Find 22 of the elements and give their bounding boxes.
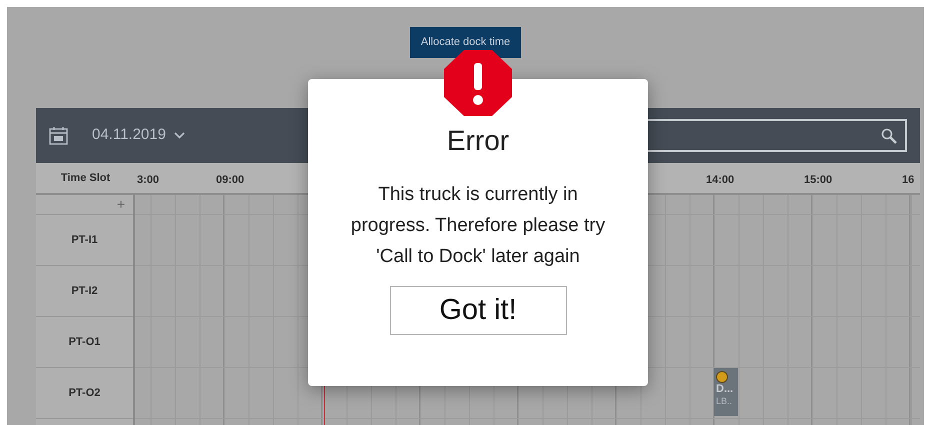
dock-label: PT-I2 (71, 284, 98, 299)
add-button[interactable]: + (116, 194, 125, 215)
time-label: 15:00 (804, 173, 832, 188)
allocate-dock-time-button[interactable]: Allocate dock time (410, 27, 522, 58)
dock-label: PT-I1 (71, 232, 98, 248)
date-picker[interactable]: 04.11.2019 (92, 124, 166, 147)
time-label: 3:00 (137, 173, 160, 188)
dialog-message: This truck is currently in progress. Therefore please try 'Call to Dock' later again (350, 183, 606, 269)
booking-title: D... (716, 383, 734, 396)
time-label: 09:00 (216, 173, 244, 188)
search-icon[interactable] (881, 128, 897, 144)
booking-block[interactable]: D... LB.. (714, 368, 738, 416)
dock-label: PT-O1 (68, 334, 100, 350)
chevron-down-icon[interactable] (174, 132, 185, 139)
column-header: Time Slot (60, 170, 112, 186)
calendar-icon[interactable] (49, 126, 68, 145)
dock-label: PT-O2 (68, 386, 100, 401)
time-label: 14:00 (706, 173, 734, 188)
dialog-title: Error (446, 124, 510, 158)
time-label: 16 (902, 173, 914, 188)
booking-subtitle: LB.. (716, 396, 734, 406)
got-it-button[interactable]: Got it! (390, 286, 566, 335)
